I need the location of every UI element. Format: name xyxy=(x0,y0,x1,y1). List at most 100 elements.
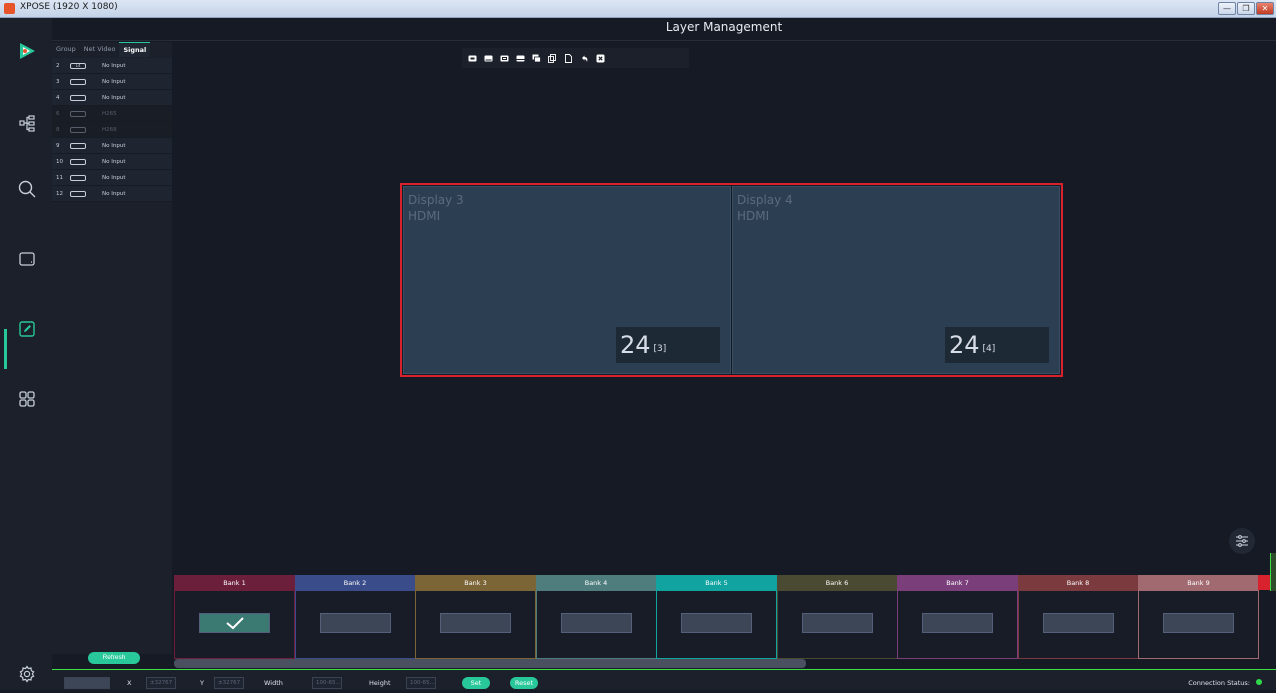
signal-row[interactable]: 3 No Input xyxy=(52,74,172,90)
window-title: XPOSE (1920 X 1080) xyxy=(20,2,118,12)
topology-icon[interactable] xyxy=(8,104,46,142)
bank-7[interactable]: Bank 7 xyxy=(897,575,1018,659)
settings-icon[interactable] xyxy=(8,655,46,693)
reset-button[interactable]: Reset xyxy=(510,677,538,689)
signal-row[interactable]: 10 No Input xyxy=(52,154,172,170)
signal-status: No Input xyxy=(102,142,126,149)
paste-icon[interactable] xyxy=(564,53,573,63)
close-button[interactable]: ✕ xyxy=(1256,2,1274,15)
bank-5[interactable]: Bank 5 xyxy=(656,575,777,659)
bank-label: Bank 5 xyxy=(657,576,776,591)
edit-icon[interactable] xyxy=(8,310,46,348)
bank-2[interactable]: Bank 2 xyxy=(294,575,416,659)
signal-number: 9 xyxy=(56,142,60,149)
signal-panel-tabs: Group Net Video Signal xyxy=(52,42,174,57)
scroll-marker xyxy=(1270,553,1276,591)
copy-icon[interactable] xyxy=(548,53,557,63)
signal-status: No Input xyxy=(102,190,126,197)
signal-number: 2 xyxy=(56,62,60,69)
signal-status: No Input xyxy=(102,62,126,69)
screen-selection-frame xyxy=(400,183,1063,377)
signal-number: 10 xyxy=(56,158,63,165)
signal-number: 11 xyxy=(56,174,63,181)
y-label: Y xyxy=(200,679,204,687)
connector-icon xyxy=(70,110,86,117)
signal-status: H265 xyxy=(102,110,117,117)
signal-status: No Input xyxy=(102,158,126,165)
bank-thumbnail[interactable] xyxy=(681,613,752,633)
connector-icon xyxy=(70,158,86,165)
layer-toolbar xyxy=(462,48,689,68)
signal-number: 4 xyxy=(56,94,60,101)
window-titlebar: XPOSE (1920 X 1080) — ❐ ✕ xyxy=(0,0,1276,18)
bank-thumbnail[interactable] xyxy=(922,613,993,633)
bank-label: Bank 8 xyxy=(1018,576,1138,591)
bank-label: Bank 9 xyxy=(1139,576,1258,591)
bank-8[interactable]: Bank 8 xyxy=(1017,575,1139,659)
signal-status: No Input xyxy=(102,174,126,181)
connector-icon: 14 xyxy=(70,62,86,69)
height-label: Height xyxy=(369,679,391,687)
undo-icon[interactable] xyxy=(580,54,589,63)
bank-4[interactable]: Bank 4 xyxy=(535,575,657,659)
bank-9[interactable]: Bank 9 xyxy=(1138,575,1259,659)
signal-row[interactable]: 11 No Input xyxy=(52,170,172,186)
bank-1[interactable]: Bank 1 xyxy=(174,575,295,659)
bank-3[interactable]: Bank 3 xyxy=(415,575,536,659)
width-input[interactable]: 100-65... xyxy=(312,677,342,689)
app-icon xyxy=(4,3,15,14)
layer-forward-icon[interactable] xyxy=(500,54,509,63)
search-icon[interactable] xyxy=(8,170,46,208)
tab-net-video[interactable]: Net Video xyxy=(80,42,120,57)
signal-row[interactable]: 8 H268 xyxy=(52,122,172,138)
bank-6[interactable]: Bank 6 xyxy=(776,575,898,659)
adjust-icon[interactable] xyxy=(1229,528,1255,554)
bank-thumbnail[interactable] xyxy=(1042,613,1114,633)
layer-name-field[interactable] xyxy=(64,677,110,689)
height-input[interactable]: 100-65... xyxy=(406,677,436,689)
layer-stack-icon[interactable] xyxy=(532,54,541,63)
header-divider xyxy=(52,40,1276,41)
bank-label: Bank 3 xyxy=(416,576,535,591)
minimize-button[interactable]: — xyxy=(1218,2,1236,15)
bank-label: Bank 7 xyxy=(898,576,1017,591)
bank-thumbnail[interactable] xyxy=(440,613,511,633)
signal-number: 6 xyxy=(56,110,60,117)
clear-icon[interactable] xyxy=(596,54,605,63)
logo-icon[interactable] xyxy=(8,32,46,70)
check-icon xyxy=(225,617,244,630)
tab-group[interactable]: Group xyxy=(52,42,80,57)
layer-backward-icon[interactable] xyxy=(516,54,525,63)
bank-thumbnail[interactable] xyxy=(1163,613,1234,633)
bank-thumbnail[interactable] xyxy=(199,613,270,633)
set-button[interactable]: Set xyxy=(462,677,490,689)
signal-row[interactable]: 4 No Input xyxy=(52,90,172,106)
bank-label: Bank 1 xyxy=(175,576,294,591)
layer-front-icon[interactable] xyxy=(468,54,477,63)
bank-thumbnail[interactable] xyxy=(560,613,632,633)
signal-number: 12 xyxy=(56,190,63,197)
signal-row[interactable]: 12 No Input xyxy=(52,186,172,202)
signal-number: 8 xyxy=(56,126,60,133)
refresh-button[interactable]: Refresh xyxy=(88,652,140,664)
signal-row[interactable]: 2 14 No Input xyxy=(52,58,172,74)
signal-status: No Input xyxy=(102,94,126,101)
connection-status-label: Connection Status: xyxy=(1188,679,1250,687)
screen-icon[interactable] xyxy=(8,240,46,278)
bank-scrollbar[interactable] xyxy=(174,659,806,668)
restore-button[interactable]: ❐ xyxy=(1237,2,1255,15)
bank-thumbnail[interactable] xyxy=(319,613,391,633)
signal-row[interactable]: 9 No Input xyxy=(52,138,172,154)
bank-label: Bank 4 xyxy=(536,576,656,591)
apps-icon[interactable] xyxy=(8,380,46,418)
signal-status: No Input xyxy=(102,78,126,85)
bank-thumbnail[interactable] xyxy=(801,613,873,633)
bottom-bar: X ±32767 Y ±32767 Width 100-65... Height… xyxy=(52,669,1276,690)
connector-icon xyxy=(70,126,86,133)
tab-signal[interactable]: Signal xyxy=(119,42,151,57)
signal-row[interactable]: 6 H265 xyxy=(52,106,172,122)
y-input[interactable]: ±32767 xyxy=(214,677,244,689)
connector-icon xyxy=(70,94,86,101)
layer-back-icon[interactable] xyxy=(484,54,493,63)
x-input[interactable]: ±32767 xyxy=(146,677,176,689)
